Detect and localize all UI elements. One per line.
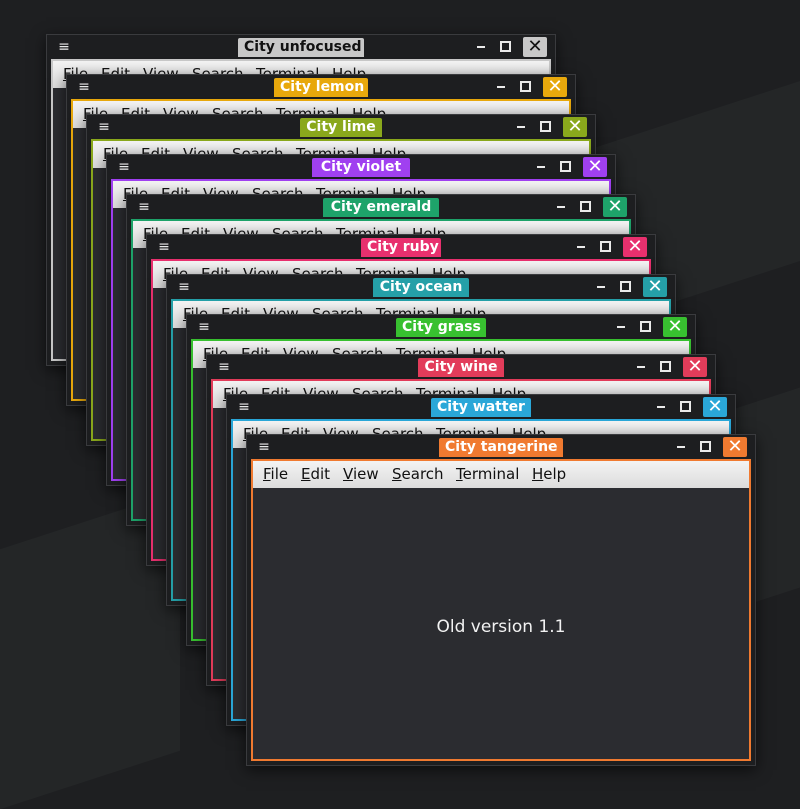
maximize-icon[interactable] [555, 157, 575, 177]
window-title: City watter [431, 398, 531, 417]
menu-item-edit[interactable]: Edit [301, 465, 330, 483]
minimize-icon[interactable] [571, 237, 591, 257]
minimize-icon[interactable] [551, 197, 571, 217]
title-bar[interactable]: ≡ City watter ✕ [227, 395, 735, 419]
title-bar[interactable]: ≡ City emerald ✕ [127, 195, 635, 219]
title-bar[interactable]: ≡ City lemon ✕ [67, 75, 575, 99]
maximize-icon[interactable] [595, 237, 615, 257]
window-title: City emerald [323, 198, 439, 217]
maximize-icon[interactable] [675, 397, 695, 417]
hamburger-icon[interactable]: ≡ [117, 159, 131, 175]
minimize-icon[interactable] [471, 37, 491, 57]
hamburger-icon[interactable]: ≡ [217, 359, 231, 375]
window-title: City violet [312, 158, 410, 177]
menu-item-file[interactable]: File [263, 465, 288, 483]
menu-item-terminal[interactable]: Terminal [456, 465, 519, 483]
close-icon[interactable]: ✕ [723, 437, 747, 457]
title-bar[interactable]: ≡ City ruby ✕ [147, 235, 655, 259]
close-icon[interactable]: ✕ [623, 237, 647, 257]
close-icon[interactable]: ✕ [563, 117, 587, 137]
menu-bar: File Edit View Search Terminal Help [253, 461, 749, 488]
close-icon[interactable]: ✕ [703, 397, 727, 417]
close-icon[interactable]: ✕ [663, 317, 687, 337]
title-bar[interactable]: ≡ City lime ✕ [87, 115, 595, 139]
title-bar[interactable]: ≡ City violet ✕ [107, 155, 615, 179]
version-text: Old version 1.1 [436, 617, 566, 637]
maximize-icon[interactable] [515, 77, 535, 97]
title-bar[interactable]: ≡ City tangerine ✕ [247, 435, 755, 459]
title-bar[interactable]: ≡ City unfocused ✕ [47, 35, 555, 59]
window-title: City unfocused [238, 38, 364, 57]
terminal-body[interactable]: File Edit View Search Terminal Help Old versio… [251, 459, 751, 761]
minimize-icon[interactable] [651, 397, 671, 417]
hamburger-icon[interactable]: ≡ [57, 39, 71, 55]
window-title: City lime [300, 118, 382, 137]
hamburger-icon[interactable]: ≡ [157, 239, 171, 255]
maximize-icon[interactable] [535, 117, 555, 137]
window-title: City ocean [373, 278, 469, 297]
title-bar[interactable]: ≡ City grass ✕ [187, 315, 695, 339]
hamburger-icon[interactable]: ≡ [97, 119, 111, 135]
minimize-icon[interactable] [671, 437, 691, 457]
window-title: City grass [396, 318, 486, 337]
window-title: City lemon [274, 78, 368, 97]
window-title: City ruby [361, 238, 441, 257]
minimize-icon[interactable] [491, 77, 511, 97]
hamburger-icon[interactable]: ≡ [257, 439, 271, 455]
close-icon[interactable]: ✕ [683, 357, 707, 377]
maximize-icon[interactable] [495, 37, 515, 57]
terminal-window[interactable]: ≡ City tangerine ✕ File Edit View Search Termin… [246, 434, 756, 766]
maximize-icon[interactable] [635, 317, 655, 337]
maximize-icon[interactable] [615, 277, 635, 297]
close-icon[interactable]: ✕ [543, 77, 567, 97]
minimize-icon[interactable] [631, 357, 651, 377]
close-icon[interactable]: ✕ [583, 157, 607, 177]
maximize-icon[interactable] [575, 197, 595, 217]
menu-item-help[interactable]: Help [532, 465, 566, 483]
hamburger-icon[interactable]: ≡ [237, 399, 251, 415]
window-title: City tangerine [439, 438, 563, 457]
minimize-icon[interactable] [611, 317, 631, 337]
minimize-icon[interactable] [591, 277, 611, 297]
close-icon[interactable]: ✕ [603, 197, 627, 217]
maximize-icon[interactable] [655, 357, 675, 377]
menu-item-search[interactable]: Search [392, 465, 444, 483]
title-bar[interactable]: ≡ City ocean ✕ [167, 275, 675, 299]
maximize-icon[interactable] [695, 437, 715, 457]
close-icon[interactable]: ✕ [523, 37, 547, 57]
window-title: City wine [418, 358, 504, 377]
hamburger-icon[interactable]: ≡ [77, 79, 91, 95]
hamburger-icon[interactable]: ≡ [197, 319, 211, 335]
minimize-icon[interactable] [531, 157, 551, 177]
minimize-icon[interactable] [511, 117, 531, 137]
hamburger-icon[interactable]: ≡ [137, 199, 151, 215]
hamburger-icon[interactable]: ≡ [177, 279, 191, 295]
close-icon[interactable]: ✕ [643, 277, 667, 297]
title-bar[interactable]: ≡ City wine ✕ [207, 355, 715, 379]
menu-item-view[interactable]: View [343, 465, 379, 483]
